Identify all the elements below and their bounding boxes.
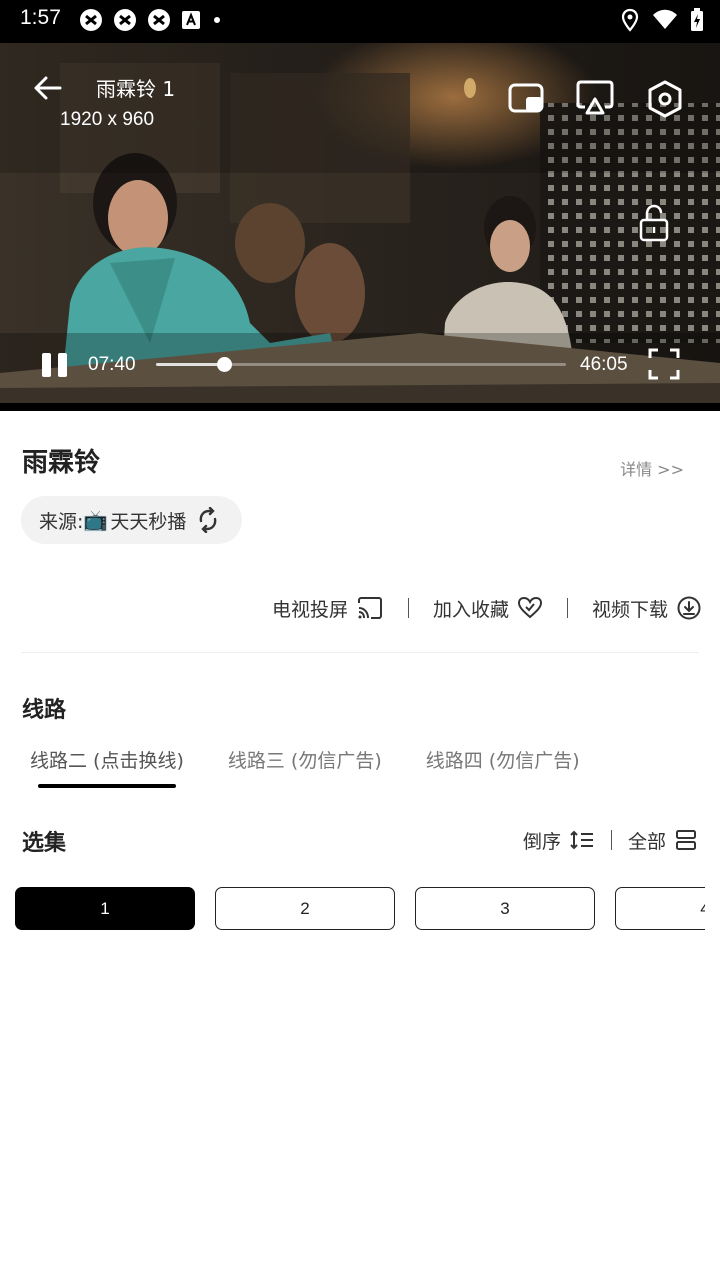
pause-button[interactable] xyxy=(40,352,70,378)
episode-button-3[interactable]: 3 xyxy=(415,887,595,930)
download-icon xyxy=(677,596,701,620)
video-bottom-strip xyxy=(0,403,720,411)
app-notification-icon xyxy=(148,9,170,31)
tv-cast-label: 电视投屏 xyxy=(271,598,348,621)
show-title: 雨霖铃 xyxy=(22,448,101,478)
all-episodes-button[interactable]: 全部 xyxy=(628,827,698,854)
active-tab-indicator xyxy=(38,784,176,788)
section-divider xyxy=(21,652,699,653)
line-tab-label: 线路三 (勿信广告) xyxy=(227,750,382,772)
reverse-order-button[interactable]: 倒序 xyxy=(523,827,595,854)
cast-icon xyxy=(357,597,382,619)
lines-section-title: 线路 xyxy=(22,698,67,723)
status-bar: 1:57 xyxy=(0,0,720,43)
tv-cast-button[interactable]: 电视投屏 xyxy=(272,595,384,622)
episode-button-2[interactable]: 2 xyxy=(215,887,395,930)
battery-charging-icon xyxy=(691,8,703,31)
sort-icon xyxy=(570,830,593,850)
seek-bar[interactable] xyxy=(156,357,566,372)
favorite-label: 加入收藏 xyxy=(432,598,509,621)
favorite-button[interactable]: 加入收藏 xyxy=(433,595,543,622)
fullscreen-button[interactable] xyxy=(648,348,680,380)
app-notification-icon xyxy=(80,9,102,31)
airplay-button[interactable] xyxy=(575,79,615,117)
episodes-section-title: 选集 xyxy=(22,831,67,856)
line-tab-1[interactable]: 线路二 (点击换线) xyxy=(30,746,184,788)
status-time: 1:57 xyxy=(20,6,61,29)
current-time: 07:40 xyxy=(88,354,136,375)
refresh-icon[interactable] xyxy=(196,507,220,533)
wifi-icon xyxy=(653,9,677,29)
details-link[interactable]: 详情 >> xyxy=(620,456,684,480)
episode-control-separator xyxy=(610,830,612,850)
back-button[interactable] xyxy=(30,73,64,103)
status-system-icons xyxy=(620,6,704,34)
download-button[interactable]: 视频下载 xyxy=(592,595,702,622)
video-resolution: 1920 x 960 xyxy=(60,109,155,130)
tv-icon: 📺 xyxy=(83,508,109,532)
dot-icon xyxy=(214,17,220,23)
source-selector[interactable]: 来源: 📺 天天秒播 xyxy=(21,496,243,544)
action-row: 电视投屏 加入收藏 视频下载 xyxy=(272,592,702,624)
line-tabs: 线路二 (点击换线) 线路三 (勿信广告) 线路四 (勿信广告) xyxy=(30,746,624,788)
reverse-order-label: 倒序 xyxy=(522,830,561,853)
app-notification-icon xyxy=(114,9,136,31)
download-label: 视频下载 xyxy=(591,598,668,621)
line-tab-label: 线路二 (点击换线) xyxy=(30,750,184,772)
line-tab-label: 线路四 (勿信广告) xyxy=(425,750,580,772)
total-time: 46:05 xyxy=(580,354,628,375)
status-notification-icons xyxy=(78,6,224,34)
line-tab-3[interactable]: 线路四 (勿信广告) xyxy=(426,746,580,773)
grid-list-icon xyxy=(676,830,696,850)
action-separator xyxy=(407,598,409,618)
line-tab-2[interactable]: 线路三 (勿信广告) xyxy=(228,746,382,773)
screen-lock-button[interactable] xyxy=(638,203,670,243)
source-label: 来源: xyxy=(39,510,84,533)
settings-button[interactable] xyxy=(646,79,684,119)
episode-controls: 倒序 全部 xyxy=(523,824,698,856)
video-title: 雨霖铃 1 xyxy=(96,77,176,101)
location-icon xyxy=(621,8,639,32)
episode-button-4[interactable]: 4 xyxy=(615,887,705,930)
text-a-icon xyxy=(182,11,200,29)
episode-button-1[interactable]: 1 xyxy=(15,887,195,930)
episode-list: 1234 xyxy=(15,887,705,931)
all-episodes-label: 全部 xyxy=(627,830,666,853)
seek-thumb[interactable] xyxy=(217,357,233,372)
picture-in-picture-button[interactable] xyxy=(507,81,545,115)
seek-progress xyxy=(156,363,225,366)
action-separator xyxy=(566,598,568,618)
source-name: 天天秒播 xyxy=(110,510,187,533)
video-player[interactable]: 雨霖铃 1 1920 x 960 07:40 46:05 xyxy=(0,43,720,411)
heart-icon xyxy=(517,596,542,619)
